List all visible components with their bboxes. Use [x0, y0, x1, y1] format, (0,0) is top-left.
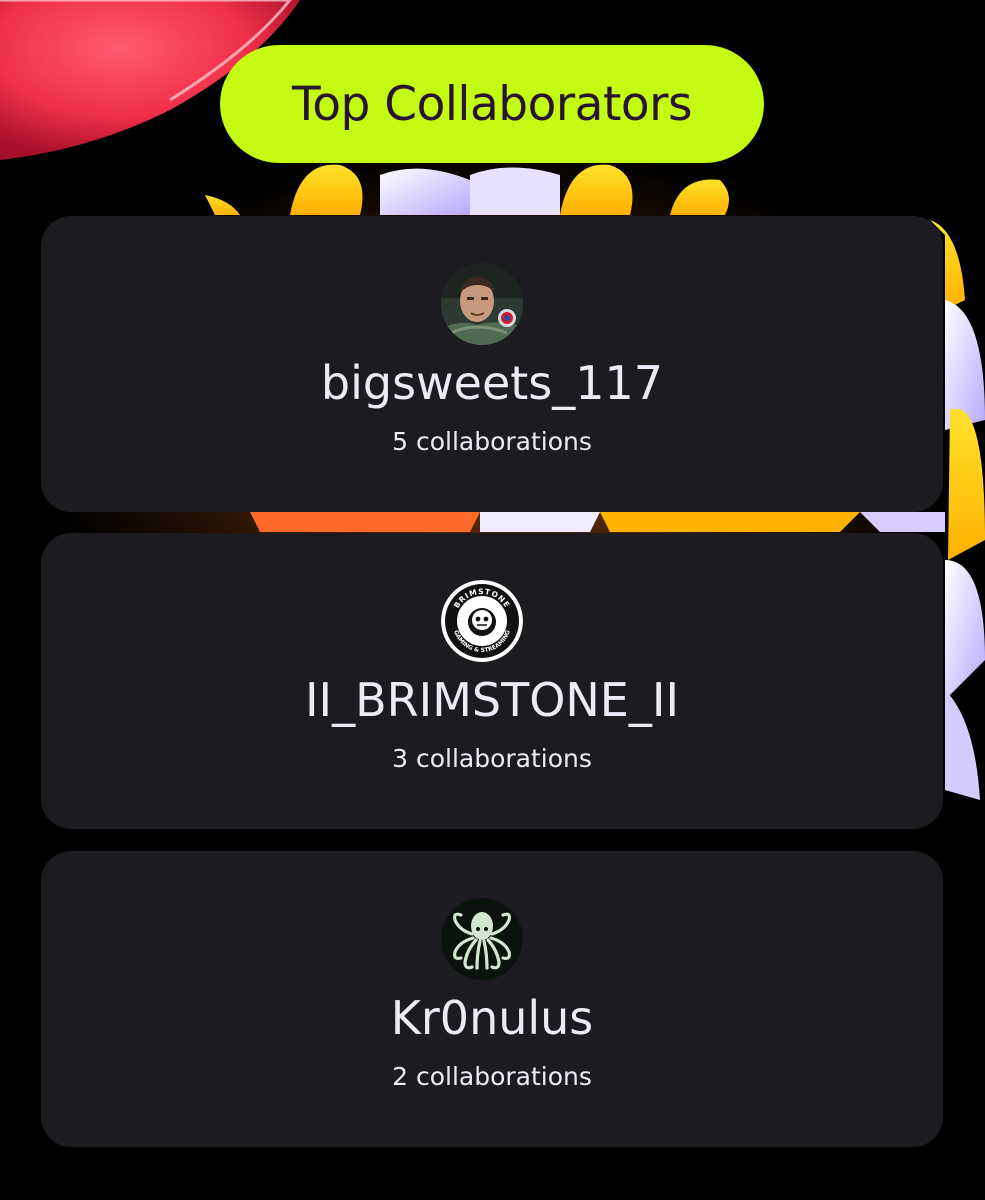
collaborator-name: Kr0nulus	[390, 991, 594, 1045]
astronaut-portrait-icon	[441, 263, 523, 345]
collaborator-name: bigsweets_117	[320, 356, 664, 410]
brimstone-gaming-logo-icon: BRIMSTONE GAMING & STREAMING	[441, 580, 523, 662]
collaborator-card[interactable]: BRIMSTONE GAMING & STREAMING II_BRIMSTON…	[41, 533, 943, 829]
collaboration-count: 3 collaborations	[392, 744, 592, 773]
collaborator-card[interactable]: bigsweets_117 5 collaborations	[41, 216, 943, 512]
page-title: Top Collaborators	[292, 76, 692, 132]
collaborator-name: II_BRIMSTONE_II	[304, 673, 680, 727]
avatar	[441, 898, 523, 980]
collaborator-card[interactable]: Kr0nulus 2 collaborations	[41, 851, 943, 1147]
avatar: BRIMSTONE GAMING & STREAMING	[441, 580, 523, 662]
avatar	[441, 263, 523, 345]
collaboration-count: 5 collaborations	[392, 427, 592, 456]
collaboration-count: 2 collaborations	[392, 1062, 592, 1091]
octopus-logo-icon	[441, 898, 523, 980]
top-collaborators-title-pill: Top Collaborators	[220, 45, 764, 163]
